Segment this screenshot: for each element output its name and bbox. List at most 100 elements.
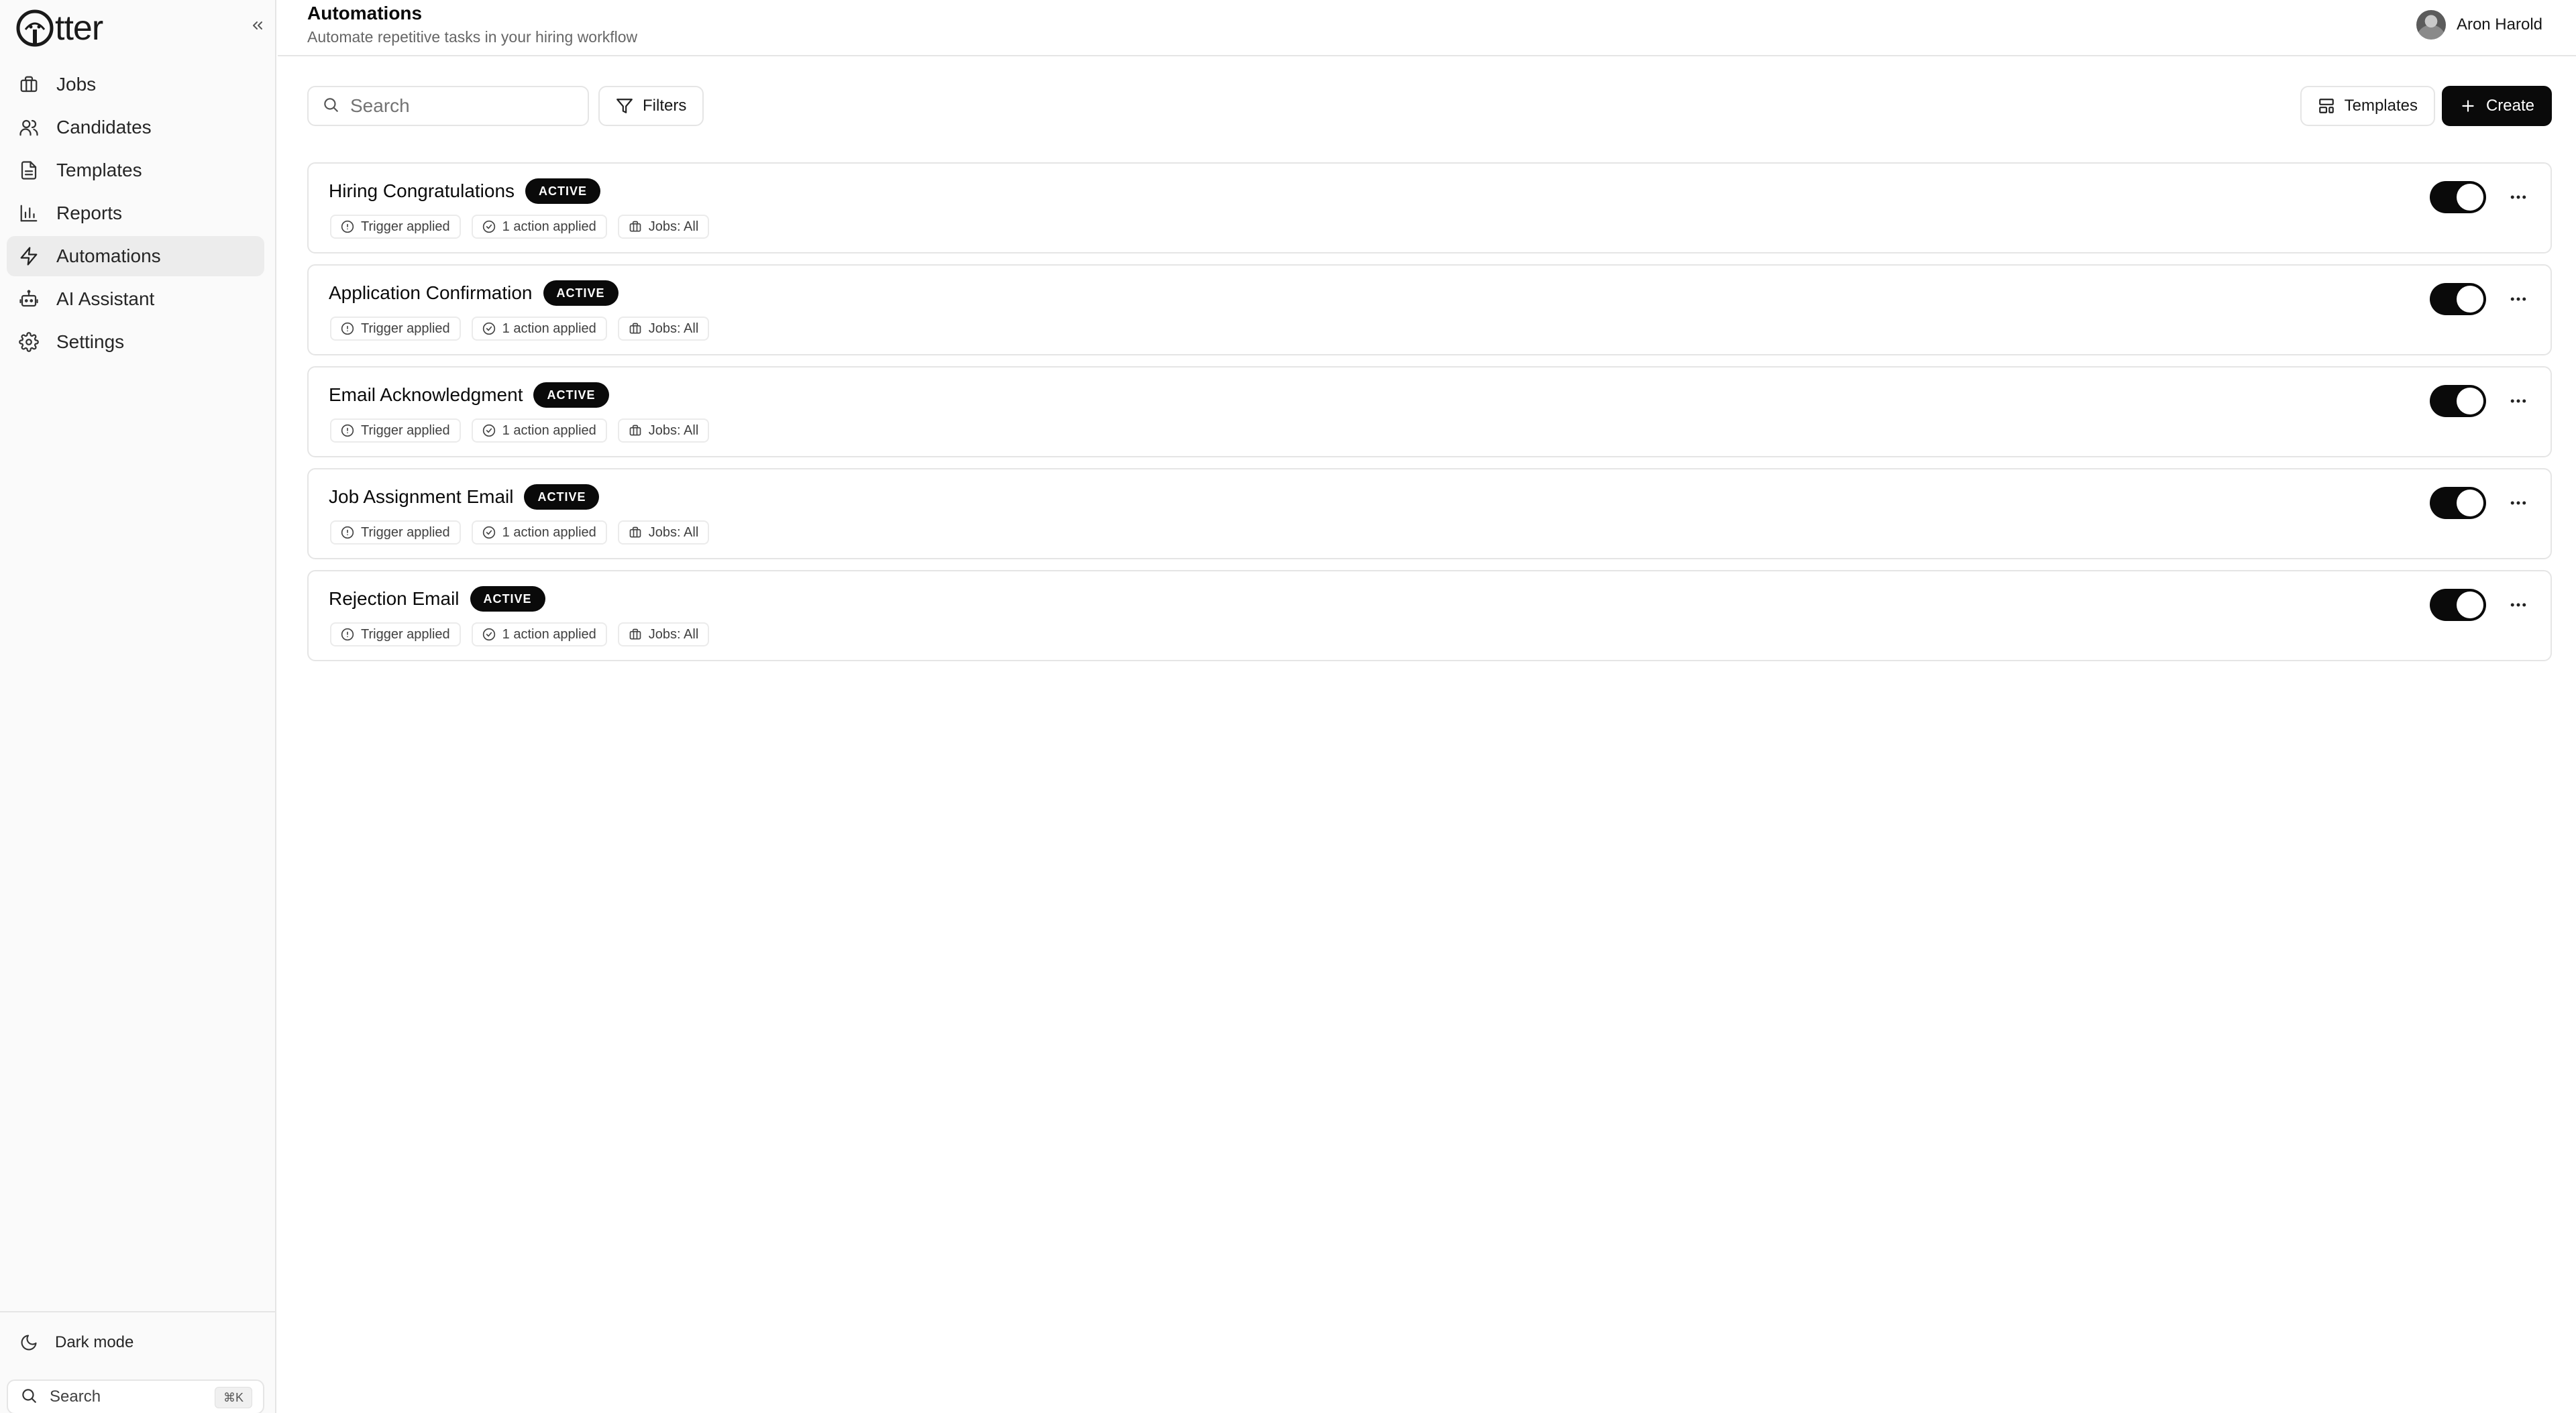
sidebar-footer: Dark mode Search ⌘K <box>0 1311 275 1413</box>
templates-button[interactable]: Templates <box>2300 86 2435 126</box>
more-options-button[interactable] <box>2502 386 2534 416</box>
filters-label: Filters <box>643 97 687 115</box>
toggle-knob <box>2457 591 2483 618</box>
card-title-row: Hiring Congratulations ACTIVE <box>329 178 601 204</box>
layout-template-icon <box>2318 97 2335 115</box>
sidebar-item-candidates[interactable]: Candidates <box>7 107 264 148</box>
more-options-button[interactable] <box>2502 488 2534 518</box>
automation-card[interactable]: Email Acknowledgment ACTIVE Trigger appl… <box>307 366 2552 457</box>
brand-name: tter <box>55 9 103 48</box>
more-options-button[interactable] <box>2502 182 2534 212</box>
actions-label: 1 action applied <box>502 524 596 540</box>
status-badge: ACTIVE <box>543 280 619 306</box>
dark-mode-toggle[interactable]: Dark mode <box>17 1326 133 1359</box>
sidebar-search[interactable]: Search ⌘K <box>7 1379 264 1413</box>
info-icon <box>341 322 354 335</box>
building-icon <box>629 322 642 335</box>
trigger-label: Trigger applied <box>361 422 450 438</box>
more-horizontal-icon <box>2510 603 2526 607</box>
sidebar-item-ai-assistant[interactable]: AI Assistant <box>7 279 264 319</box>
enable-toggle[interactable] <box>2430 181 2486 213</box>
jobs-label: Jobs: All <box>648 626 699 642</box>
automation-card[interactable]: Hiring Congratulations ACTIVE Trigger ap… <box>307 162 2552 253</box>
sidebar-search-label: Search <box>50 1388 101 1406</box>
sidebar-nav: Jobs Candidates Templates Reports Automa… <box>7 64 264 365</box>
info-icon <box>341 220 354 233</box>
automation-card[interactable]: Application Confirmation ACTIVE Trigger … <box>307 264 2552 355</box>
trigger-chip: Trigger applied <box>330 317 461 341</box>
search-input[interactable] <box>350 95 572 117</box>
brand-logo[interactable]: tter <box>16 7 103 50</box>
trigger-chip: Trigger applied <box>330 215 461 239</box>
more-horizontal-icon <box>2510 501 2526 505</box>
gear-icon <box>17 331 40 353</box>
automation-title[interactable]: Hiring Congratulations <box>329 180 515 202</box>
plus-icon <box>2459 97 2477 115</box>
enable-toggle[interactable] <box>2430 385 2486 417</box>
status-badge: ACTIVE <box>525 178 601 204</box>
card-meta: Trigger applied 1 action applied Jobs: A… <box>330 520 720 545</box>
more-options-button[interactable] <box>2502 590 2534 620</box>
trigger-chip: Trigger applied <box>330 622 461 646</box>
page-title: Automations <box>307 3 423 23</box>
keyboard-shortcut-badge: ⌘K <box>214 1387 252 1408</box>
jobs-chip: Jobs: All <box>617 418 710 443</box>
sidebar-item-reports[interactable]: Reports <box>7 193 264 233</box>
automation-title[interactable]: Job Assignment Email <box>329 486 513 508</box>
building-icon <box>629 526 642 539</box>
sidebar-item-label: AI Assistant <box>56 288 155 309</box>
jobs-chip: Jobs: All <box>617 215 710 239</box>
trigger-label: Trigger applied <box>361 626 450 642</box>
jobs-chip: Jobs: All <box>617 520 710 545</box>
sidebar-item-label: Jobs <box>56 74 97 95</box>
filters-button[interactable]: Filters <box>598 86 704 126</box>
card-title-row: Application Confirmation ACTIVE <box>329 280 619 306</box>
sidebar-item-jobs[interactable]: Jobs <box>7 64 264 105</box>
automation-title[interactable]: Application Confirmation <box>329 282 533 304</box>
otter-logo-icon <box>16 9 54 47</box>
create-button[interactable]: Create <box>2441 86 2552 126</box>
check-circle-icon <box>482 322 496 335</box>
more-horizontal-icon <box>2510 399 2526 403</box>
sidebar-item-label: Settings <box>56 331 125 352</box>
check-circle-icon <box>482 220 496 233</box>
collapse-sidebar-button[interactable] <box>246 13 270 38</box>
sidebar-item-templates[interactable]: Templates <box>7 150 264 190</box>
jobs-label: Jobs: All <box>648 321 699 336</box>
card-meta: Trigger applied 1 action applied Jobs: A… <box>330 317 720 341</box>
actions-chip: 1 action applied <box>471 520 607 545</box>
actions-label: 1 action applied <box>502 219 596 234</box>
card-title-row: Email Acknowledgment ACTIVE <box>329 382 609 408</box>
status-badge: ACTIVE <box>524 484 600 510</box>
actions-chip: 1 action applied <box>471 317 607 341</box>
dark-mode-label: Dark mode <box>55 1333 134 1351</box>
sidebar-item-label: Automations <box>56 245 161 266</box>
enable-toggle[interactable] <box>2430 283 2486 315</box>
jobs-chip: Jobs: All <box>617 622 710 646</box>
automation-title[interactable]: Email Acknowledgment <box>329 384 523 406</box>
enable-toggle[interactable] <box>2430 487 2486 519</box>
sidebar-item-label: Candidates <box>56 117 152 137</box>
users-icon <box>17 116 40 139</box>
enable-toggle[interactable] <box>2430 589 2486 621</box>
jobs-label: Jobs: All <box>648 524 699 540</box>
user-menu[interactable]: Aron Harold <box>2416 9 2542 40</box>
briefcase-icon <box>17 73 40 96</box>
search-icon <box>20 1387 38 1408</box>
automation-card[interactable]: Job Assignment Email ACTIVE Trigger appl… <box>307 468 2552 559</box>
zap-icon <box>17 245 40 268</box>
automation-title[interactable]: Rejection Email <box>329 588 460 610</box>
jobs-chip: Jobs: All <box>617 317 710 341</box>
status-badge: ACTIVE <box>470 586 545 612</box>
more-options-button[interactable] <box>2502 284 2534 314</box>
jobs-label: Jobs: All <box>648 219 699 234</box>
trigger-chip: Trigger applied <box>330 520 461 545</box>
card-title-row: Job Assignment Email ACTIVE <box>329 484 600 510</box>
sidebar-item-automations[interactable]: Automations <box>7 236 264 276</box>
bot-icon <box>17 288 40 310</box>
check-circle-icon <box>482 424 496 437</box>
automation-card[interactable]: Rejection Email ACTIVE Trigger applied 1… <box>307 570 2552 661</box>
actions-chip: 1 action applied <box>471 418 607 443</box>
sidebar-item-settings[interactable]: Settings <box>7 322 264 362</box>
chevrons-left-icon <box>253 21 262 30</box>
